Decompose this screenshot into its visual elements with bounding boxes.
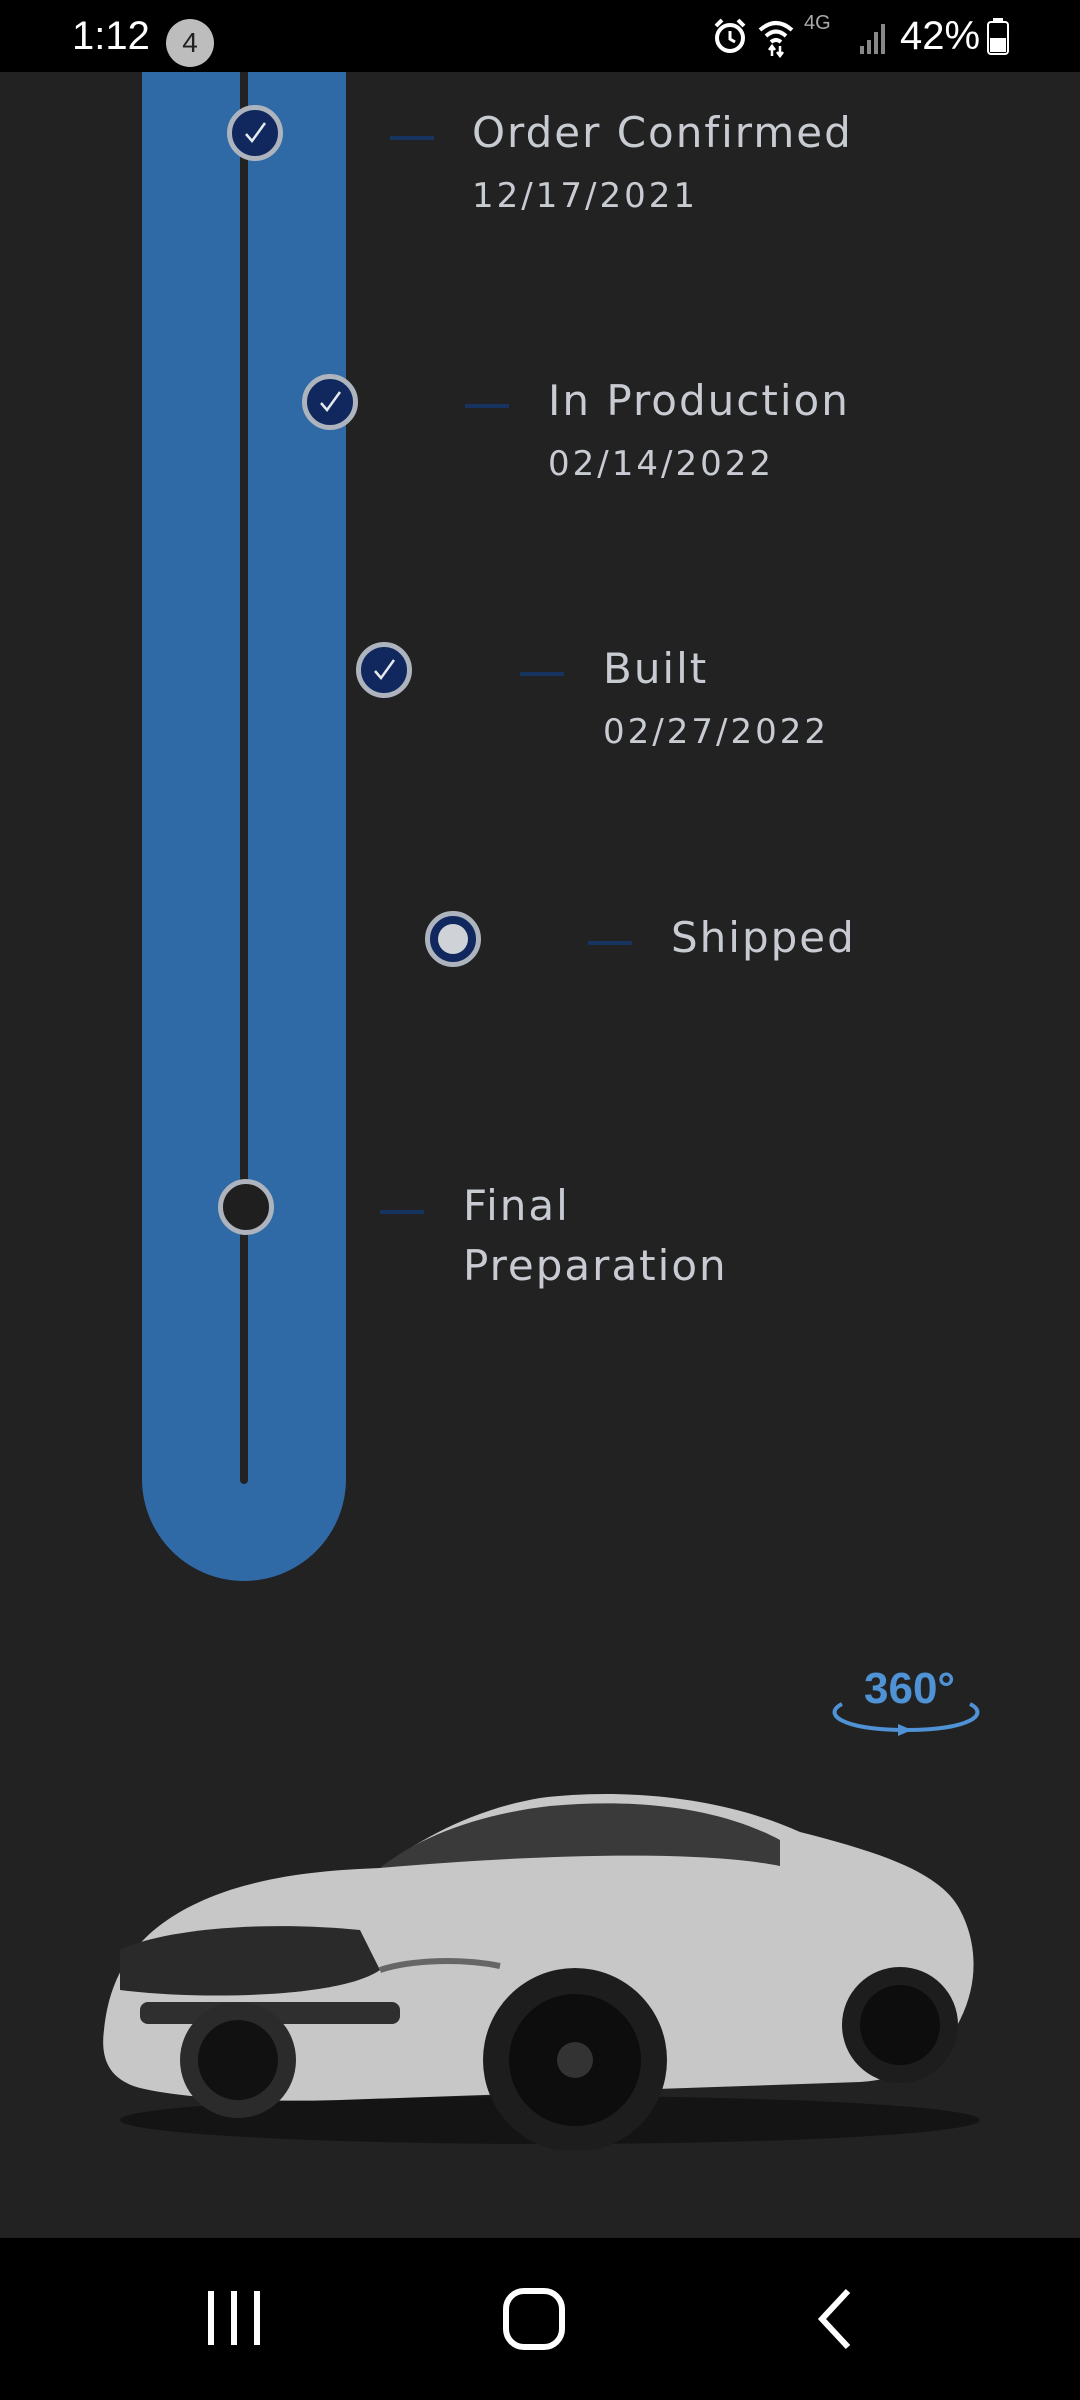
network-4g-icon: 4G bbox=[804, 12, 831, 34]
step-connector bbox=[390, 136, 434, 140]
system-navigation-bar bbox=[0, 2238, 1080, 2400]
current-dot bbox=[438, 924, 468, 954]
status-time: 1:12 bbox=[72, 14, 150, 58]
step-connector bbox=[588, 941, 632, 945]
progress-tracker-line bbox=[240, 72, 248, 1484]
signal-icon bbox=[860, 24, 885, 54]
step-title-shipped: Shipped bbox=[671, 913, 856, 962]
notification-count-badge: 4 bbox=[166, 19, 214, 67]
battery-percentage: 42% bbox=[900, 14, 981, 58]
vehicle-image bbox=[103, 1794, 980, 2150]
back-icon[interactable] bbox=[798, 2283, 878, 2353]
step-current-indicator-icon bbox=[425, 911, 481, 967]
step-title-in-production: In Production bbox=[548, 376, 850, 425]
step-date-built: 02/27/2022 bbox=[603, 712, 829, 752]
view-360-button[interactable]: 360° bbox=[822, 1664, 990, 1738]
step-title-order-confirmed: Order Confirmed bbox=[472, 108, 853, 157]
step-pending-indicator-icon bbox=[218, 1179, 274, 1235]
step-complete-check-icon bbox=[356, 642, 412, 698]
alarm-icon bbox=[714, 18, 746, 53]
status-bar: 1:12 4 4G 42% bbox=[0, 0, 1080, 72]
step-complete-check-icon bbox=[302, 374, 358, 430]
recent-apps-icon[interactable] bbox=[194, 2283, 274, 2353]
wifi-icon bbox=[758, 21, 794, 58]
step-date-order-confirmed: 12/17/2021 bbox=[472, 176, 698, 216]
step-title-final-preparation: Final Preparation bbox=[463, 1181, 728, 1290]
step-connector bbox=[520, 672, 564, 676]
step-date-in-production: 02/14/2022 bbox=[548, 444, 774, 484]
order-tracker-screen: 1:12 4 4G 42% Order Confirmed 12/17/2021… bbox=[0, 0, 1080, 2400]
step-title-built: Built bbox=[603, 644, 709, 693]
home-icon[interactable] bbox=[496, 2283, 576, 2353]
rotate-360-icon bbox=[832, 1702, 980, 1736]
step-connector bbox=[465, 404, 509, 408]
battery-icon bbox=[987, 18, 1009, 55]
step-connector bbox=[380, 1210, 424, 1214]
step-complete-check-icon bbox=[227, 105, 283, 161]
